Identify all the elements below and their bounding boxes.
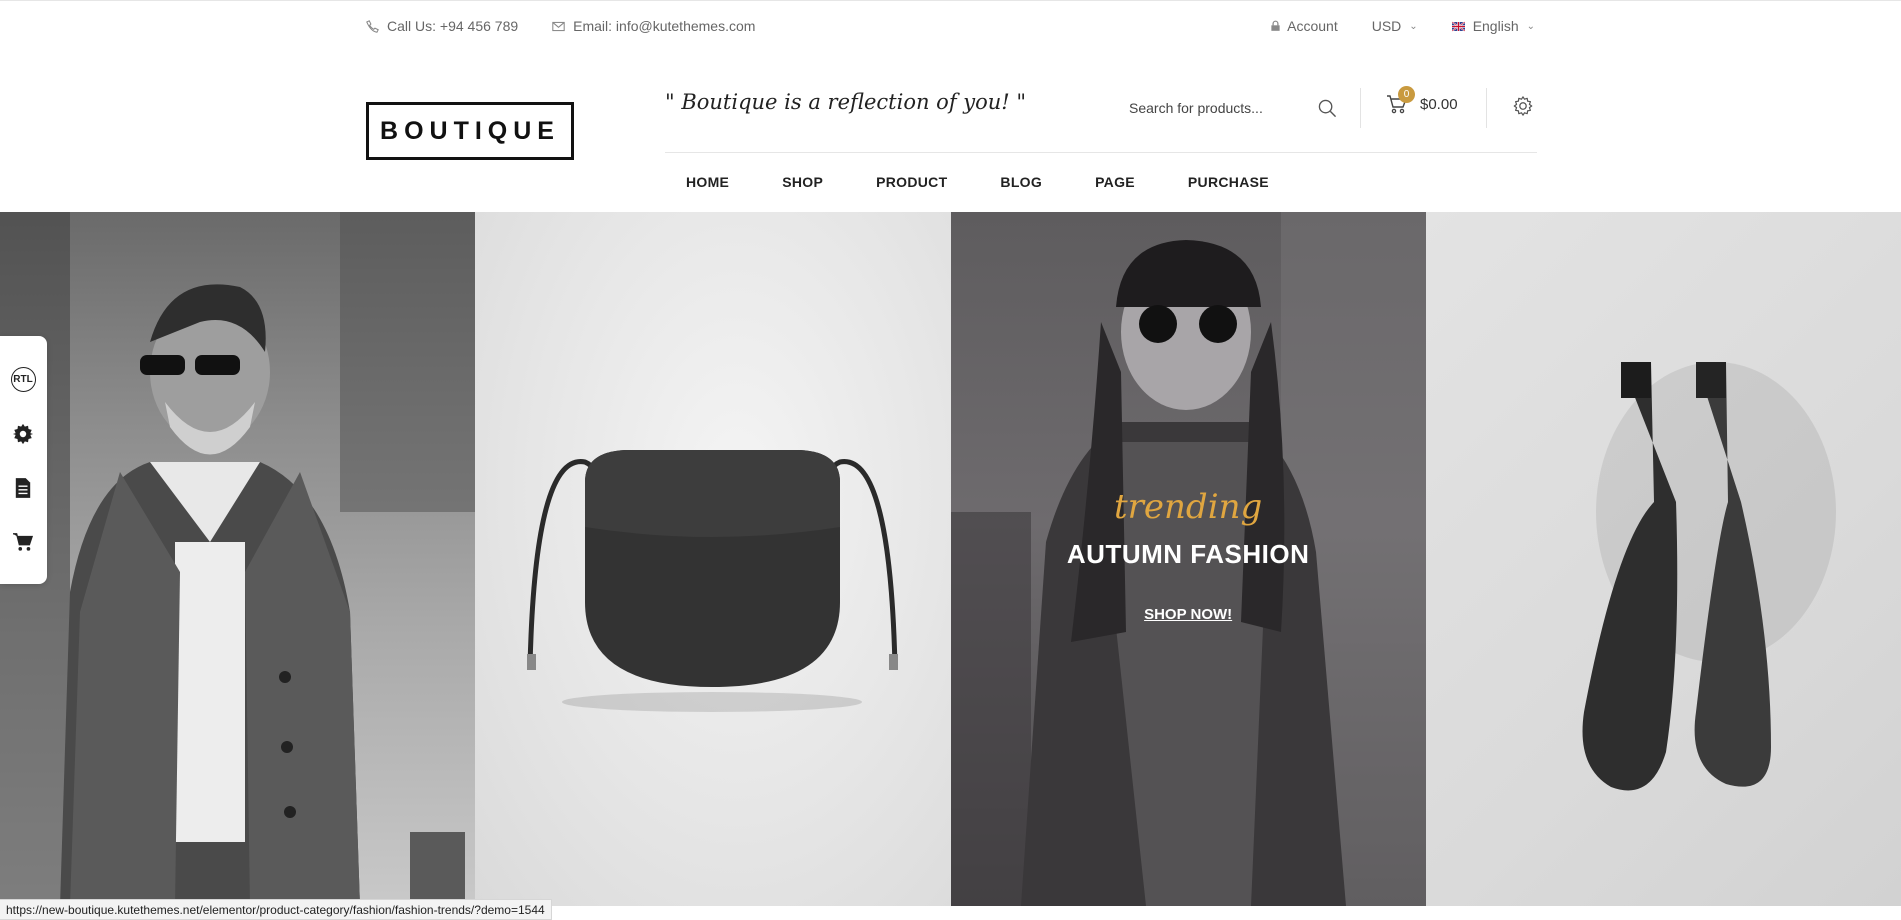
header-divider bbox=[1360, 88, 1361, 128]
lock-icon bbox=[1271, 20, 1280, 31]
account-label: Account bbox=[1287, 18, 1338, 34]
browser-status-url: https://new-boutique.kutethemes.net/elem… bbox=[0, 899, 552, 920]
language-value: English bbox=[1472, 18, 1519, 34]
document-icon bbox=[15, 478, 31, 498]
top-bar: Call Us: +94 456 789 Email: info@kutethe… bbox=[0, 0, 1901, 52]
hero-banner: trending AUTUMN FASHION SHOP NOW! bbox=[0, 212, 1901, 906]
phone-contact[interactable]: Call Us: +94 456 789 bbox=[366, 18, 518, 34]
trending-script-label: trending bbox=[1114, 487, 1263, 527]
settings-gear-icon[interactable] bbox=[1512, 95, 1534, 117]
leather-boots-image bbox=[1582, 362, 1836, 791]
shop-now-link[interactable]: SHOP NOW! bbox=[951, 606, 1426, 623]
nav-home[interactable]: HOME bbox=[686, 174, 729, 190]
top-bar-contact: Call Us: +94 456 789 Email: info@kutethe… bbox=[366, 18, 755, 34]
main-nav: HOME SHOP PRODUCT BLOG PAGE PURCHASE bbox=[686, 174, 1322, 190]
envelope-icon bbox=[552, 21, 565, 31]
cart-icon bbox=[12, 533, 34, 551]
rtl-toggle-button[interactable]: RTL bbox=[8, 364, 38, 394]
nav-purchase[interactable]: PURCHASE bbox=[1188, 174, 1269, 190]
site-tagline: " Boutique is a reflection of you! " bbox=[665, 90, 1027, 114]
nav-page[interactable]: PAGE bbox=[1095, 174, 1135, 190]
account-link[interactable]: Account bbox=[1270, 18, 1338, 34]
hero-panel-autumn-fashion[interactable]: trending AUTUMN FASHION SHOP NOW! bbox=[950, 212, 1426, 906]
language-selector[interactable]: English ⌄ bbox=[1451, 18, 1535, 34]
floating-tool-sidebar: RTL bbox=[0, 336, 47, 584]
purchase-cart-button[interactable] bbox=[8, 527, 38, 557]
top-bar-utilities: Account USD ⌄ English ⌄ bbox=[1270, 18, 1535, 34]
cart-total: $0.00 bbox=[1420, 95, 1458, 113]
site-header: BOUTIQUE " Boutique is a reflection of y… bbox=[0, 52, 1901, 212]
header-divider bbox=[1486, 88, 1487, 128]
settings-button[interactable] bbox=[8, 419, 38, 449]
hero-panel-boots[interactable] bbox=[1425, 212, 1901, 906]
gear-icon bbox=[12, 423, 34, 445]
header-separator bbox=[665, 152, 1537, 153]
email-label: Email: info@kutethemes.com bbox=[573, 18, 756, 34]
documentation-button[interactable] bbox=[8, 473, 38, 503]
currency-value: USD bbox=[1371, 18, 1402, 34]
site-logo[interactable]: BOUTIQUE bbox=[366, 102, 574, 160]
mini-cart[interactable]: 0 $0.00 bbox=[1386, 86, 1458, 114]
autumn-fashion-title: AUTUMN FASHION bbox=[1066, 539, 1310, 569]
search-input[interactable] bbox=[1127, 99, 1301, 117]
man-in-coat-image bbox=[0, 212, 475, 906]
currency-selector[interactable]: USD ⌄ bbox=[1372, 18, 1418, 34]
phone-icon bbox=[366, 19, 379, 33]
search-icon[interactable] bbox=[1318, 99, 1337, 118]
nav-shop[interactable]: SHOP bbox=[782, 174, 823, 190]
chevron-down-icon: ⌄ bbox=[1409, 20, 1418, 32]
phone-label: Call Us: +94 456 789 bbox=[387, 18, 519, 34]
cart-count-badge: 0 bbox=[1398, 86, 1415, 103]
email-contact[interactable]: Email: info@kutethemes.com bbox=[552, 18, 755, 34]
hero-panel-handbag[interactable] bbox=[475, 212, 951, 906]
rtl-icon: RTL bbox=[10, 366, 36, 392]
handbag-image bbox=[527, 450, 899, 712]
uk-flag-icon bbox=[1451, 20, 1465, 32]
search-bar bbox=[1127, 96, 1337, 120]
hero-panel-men-coat[interactable] bbox=[0, 212, 476, 906]
nav-blog[interactable]: BLOG bbox=[1000, 174, 1042, 190]
chevron-down-icon: ⌄ bbox=[1526, 20, 1535, 32]
nav-product[interactable]: PRODUCT bbox=[876, 174, 947, 190]
